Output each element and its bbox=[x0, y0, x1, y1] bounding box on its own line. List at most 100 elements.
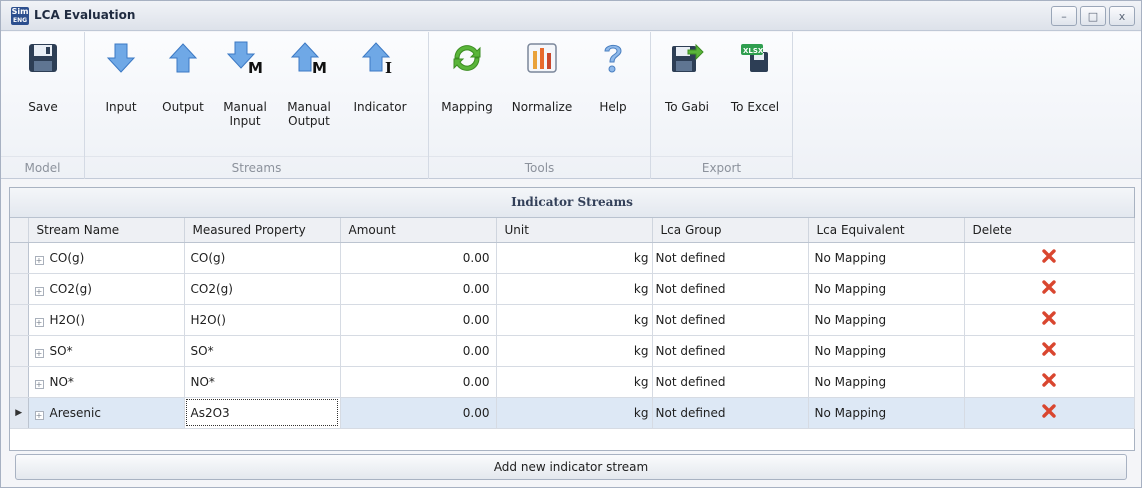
lca-equivalent-cell[interactable]: No Mapping bbox=[808, 273, 965, 305]
lca-group-cell[interactable]: Not defined bbox=[652, 304, 809, 336]
row-indicator[interactable] bbox=[10, 242, 29, 274]
ribbon-group-caption: Tools bbox=[429, 156, 650, 175]
delete-x-icon[interactable] bbox=[1042, 311, 1056, 325]
stream-name-cell[interactable]: + CO2(g) bbox=[28, 273, 185, 305]
lca-equivalent-cell[interactable]: No Mapping bbox=[808, 242, 965, 274]
measured-property-cell[interactable]: H2O() bbox=[184, 304, 341, 336]
expand-icon[interactable]: + bbox=[34, 348, 44, 358]
delete-x-icon[interactable] bbox=[1042, 249, 1056, 263]
ribbon-group-streams: Input Output M Manual Input M Manual Out… bbox=[85, 32, 429, 179]
delete-cell[interactable] bbox=[964, 304, 1135, 336]
amount-cell[interactable]: 0.00 bbox=[340, 304, 497, 336]
lca-group-cell[interactable]: Not defined bbox=[652, 397, 809, 429]
amount-cell[interactable]: 0.00 bbox=[340, 366, 497, 398]
delete-x-icon[interactable] bbox=[1042, 280, 1056, 294]
measured-property-cell[interactable]: NO* bbox=[184, 366, 341, 398]
lca-group-cell[interactable]: Not defined bbox=[652, 366, 809, 398]
to-gabi-button[interactable]: To Gabi bbox=[655, 38, 719, 114]
column-header-delete[interactable]: Delete bbox=[964, 218, 1135, 243]
row-indicator[interactable] bbox=[10, 335, 29, 367]
table-row[interactable]: + NO* NO* 0.00 kg Not defined No Mapping bbox=[10, 366, 1135, 398]
input-button[interactable]: Input bbox=[93, 38, 149, 114]
delete-cell[interactable] bbox=[964, 273, 1135, 305]
lca-equivalent-cell[interactable]: No Mapping bbox=[808, 335, 965, 367]
expand-icon[interactable]: + bbox=[34, 379, 44, 389]
manual-input-button[interactable]: M Manual Input bbox=[215, 38, 275, 128]
unit-cell[interactable]: kg bbox=[496, 304, 653, 336]
row-indicator[interactable] bbox=[10, 273, 29, 305]
delete-x-icon[interactable] bbox=[1042, 404, 1056, 418]
measured-property-cell-editing[interactable]: As2O3 bbox=[184, 397, 341, 429]
expand-icon[interactable]: + bbox=[34, 410, 44, 420]
unit-cell[interactable]: kg bbox=[496, 397, 653, 429]
save-button[interactable]: Save bbox=[15, 38, 71, 114]
expand-icon[interactable]: + bbox=[34, 255, 44, 265]
ribbon-group-caption: Model bbox=[1, 156, 84, 175]
help-button[interactable]: Help bbox=[585, 38, 641, 114]
lca-group-cell[interactable]: Not defined bbox=[652, 273, 809, 305]
lca-equivalent-cell[interactable]: No Mapping bbox=[808, 397, 965, 429]
stream-name-cell[interactable]: + Aresenic bbox=[28, 397, 185, 429]
manual-output-button[interactable]: M Manual Output bbox=[279, 38, 339, 128]
mapping-button[interactable]: Mapping bbox=[435, 38, 499, 114]
save-export-icon bbox=[667, 38, 707, 78]
stream-name-cell[interactable]: + SO* bbox=[28, 335, 185, 367]
arrow-up-i-icon: I bbox=[360, 38, 400, 78]
stream-name-cell[interactable]: + CO(g) bbox=[28, 242, 185, 274]
column-header-stream-name[interactable]: Stream Name bbox=[28, 218, 185, 243]
table-row[interactable]: + SO* SO* 0.00 kg Not defined No Mapping bbox=[10, 335, 1135, 367]
delete-x-icon[interactable] bbox=[1042, 373, 1056, 387]
unit-cell[interactable]: kg bbox=[496, 273, 653, 305]
delete-x-icon[interactable] bbox=[1042, 342, 1056, 356]
stream-name-cell[interactable]: + H2O() bbox=[28, 304, 185, 336]
lca-equivalent-cell[interactable]: No Mapping bbox=[808, 304, 965, 336]
question-icon bbox=[593, 38, 633, 78]
column-header-amount[interactable]: Amount bbox=[340, 218, 497, 243]
column-header-lca-equivalent[interactable]: Lca Equivalent bbox=[808, 218, 965, 243]
to-excel-button[interactable]: XLSX To Excel bbox=[723, 38, 787, 114]
delete-cell[interactable] bbox=[964, 397, 1135, 429]
table-row[interactable]: + CO(g) CO(g) 0.00 kg Not defined No Mapp… bbox=[10, 242, 1135, 274]
expand-icon[interactable]: + bbox=[34, 317, 44, 327]
output-button[interactable]: Output bbox=[155, 38, 211, 114]
unit-cell[interactable]: kg bbox=[496, 242, 653, 274]
maximize-button[interactable]: □ bbox=[1080, 6, 1106, 26]
unit-cell[interactable]: kg bbox=[496, 335, 653, 367]
table-row[interactable]: + CO2(g) CO2(g) 0.00 kg Not defined No Ma… bbox=[10, 273, 1135, 305]
column-header-lca-group[interactable]: Lca Group bbox=[652, 218, 809, 243]
bar-chart-icon bbox=[522, 38, 562, 78]
expand-icon[interactable]: + bbox=[34, 286, 44, 296]
lca-group-cell[interactable]: Not defined bbox=[652, 242, 809, 274]
delete-cell[interactable] bbox=[964, 335, 1135, 367]
measured-property-cell[interactable]: CO2(g) bbox=[184, 273, 341, 305]
close-button[interactable]: x bbox=[1109, 6, 1135, 26]
lca-evaluation-window: SimENG LCA Evaluation – □ x Save Model bbox=[0, 0, 1142, 488]
amount-cell[interactable]: 0.00 bbox=[340, 397, 497, 429]
row-indicator[interactable] bbox=[10, 366, 29, 398]
delete-cell[interactable] bbox=[964, 366, 1135, 398]
indicator-button[interactable]: I Indicator bbox=[345, 38, 415, 114]
column-header-unit[interactable]: Unit bbox=[496, 218, 653, 243]
amount-cell[interactable]: 0.00 bbox=[340, 242, 497, 274]
lca-group-cell[interactable]: Not defined bbox=[652, 335, 809, 367]
svg-text:XLSX: XLSX bbox=[743, 47, 764, 55]
stream-name-cell[interactable]: + NO* bbox=[28, 366, 185, 398]
measured-property-cell[interactable]: CO(g) bbox=[184, 242, 341, 274]
table-row-selected[interactable]: ▶ + Aresenic As2O3 0.00 kg Not defined No… bbox=[10, 397, 1135, 429]
row-indicator[interactable] bbox=[10, 304, 29, 336]
delete-cell[interactable] bbox=[964, 242, 1135, 274]
lca-equivalent-cell[interactable]: No Mapping bbox=[808, 366, 965, 398]
column-header-measured-property[interactable]: Measured Property bbox=[184, 218, 341, 243]
add-indicator-stream-button[interactable]: Add new indicator stream bbox=[15, 454, 1127, 480]
row-indicator-arrow[interactable]: ▶ bbox=[10, 397, 29, 429]
amount-cell[interactable]: 0.00 bbox=[340, 273, 497, 305]
svg-text:I: I bbox=[385, 59, 392, 75]
normalize-button[interactable]: Normalize bbox=[507, 38, 577, 114]
measured-property-cell[interactable]: SO* bbox=[184, 335, 341, 367]
arrow-down-icon bbox=[101, 38, 141, 78]
amount-cell[interactable]: 0.00 bbox=[340, 335, 497, 367]
table-row[interactable]: + H2O() H2O() 0.00 kg Not defined No Mapp… bbox=[10, 304, 1135, 336]
unit-cell[interactable]: kg bbox=[496, 366, 653, 398]
minimize-button[interactable]: – bbox=[1051, 6, 1077, 26]
excel-icon: XLSX bbox=[735, 38, 775, 78]
